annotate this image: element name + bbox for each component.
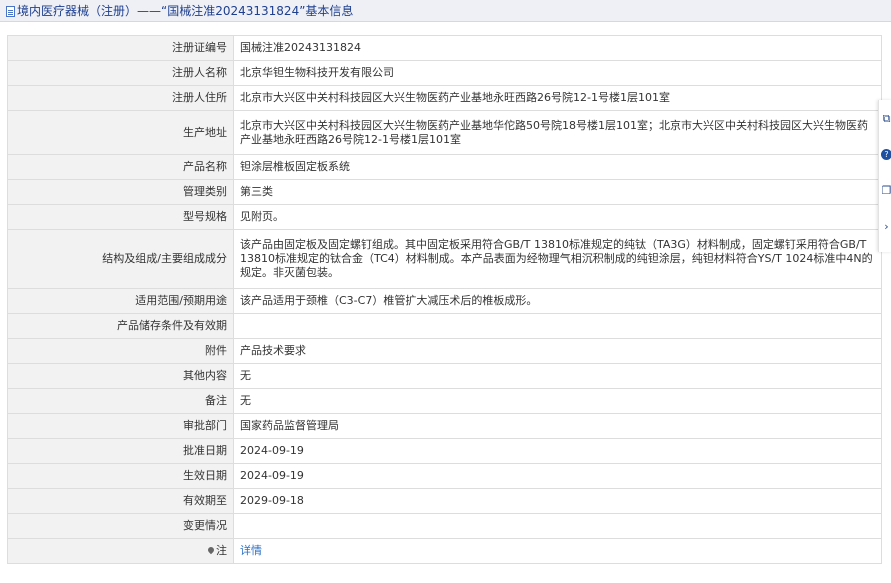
row-label-registrant-address: 注册人住所 (7, 85, 234, 111)
page-header: 境内医疗器械（注册）——“国械注准20243131824”基本信息 (0, 0, 891, 22)
details-link[interactable]: 详情 (240, 544, 262, 557)
row-value-effective-date: 2024-09-19 (233, 463, 882, 489)
row-label-model-spec: 型号规格 (7, 204, 234, 230)
row-value-structure-composition: 该产品由固定板及固定螺钉组成。其中固定板采用符合GB/T 13810标准规定的纯… (233, 229, 882, 289)
row-label-registrant-name: 注册人名称 (7, 60, 234, 86)
table-row: 变更情况 (7, 513, 882, 539)
table-row: 其他内容 无 (7, 363, 882, 389)
row-label-management-category: 管理类别 (7, 179, 234, 205)
table-row: 注册证编号 国械注准20243131824 (7, 35, 882, 61)
pin-icon (206, 545, 216, 555)
table-row: 备注 无 (7, 388, 882, 414)
row-value-note: 详情 (233, 538, 882, 564)
table-row: 产品名称 钽涂层椎板固定板系统 (7, 154, 882, 180)
row-label-production-address: 生产地址 (7, 110, 234, 155)
row-value-other-content: 无 (233, 363, 882, 389)
row-label-storage-validity: 产品储存条件及有效期 (7, 313, 234, 339)
copy-icon[interactable]: ❐ (881, 184, 891, 198)
table-row: 附件 产品技术要求 (7, 338, 882, 364)
row-value-intended-use: 该产品适用于颈椎（C3-C7）椎管扩大减压术后的椎板成形。 (233, 288, 882, 314)
chevron-right-icon[interactable]: › (881, 220, 891, 234)
help-icon[interactable]: ? (881, 147, 891, 161)
row-value-registration-number: 国械注准20243131824 (233, 35, 882, 61)
row-value-product-name: 钽涂层椎板固定板系统 (233, 154, 882, 180)
share-icon[interactable]: ⧉ (881, 112, 891, 126)
table-row: 产品储存条件及有效期 (7, 313, 882, 339)
row-label-note: 注 (7, 538, 234, 564)
info-table: 注册证编号 国械注准20243131824 注册人名称 北京华钽生物科技开发有限… (7, 35, 882, 564)
row-label-effective-date: 生效日期 (7, 463, 234, 489)
row-label-intended-use: 适用范围/预期用途 (7, 288, 234, 314)
table-row: 注册人住所 北京市大兴区中关村科技园区大兴生物医药产业基地永旺西路26号院12-… (7, 85, 882, 111)
table-row: 审批部门 国家药品监督管理局 (7, 413, 882, 439)
table-row: 适用范围/预期用途 该产品适用于颈椎（C3-C7）椎管扩大减压术后的椎板成形。 (7, 288, 882, 314)
row-label-valid-until: 有效期至 (7, 488, 234, 514)
row-value-management-category: 第三类 (233, 179, 882, 205)
page-title: 境内医疗器械（注册）——“国械注准20243131824”基本信息 (17, 4, 354, 18)
row-value-registrant-name: 北京华钽生物科技开发有限公司 (233, 60, 882, 86)
row-label-attachment: 附件 (7, 338, 234, 364)
row-label-product-name: 产品名称 (7, 154, 234, 180)
row-label-other-content: 其他内容 (7, 363, 234, 389)
table-row: 生产地址 北京市大兴区中关村科技园区大兴生物医药产业基地华佗路50号院18号楼1… (7, 110, 882, 155)
table-row: 注 详情 (7, 538, 882, 564)
table-row: 管理类别 第三类 (7, 179, 882, 205)
table-row: 注册人名称 北京华钽生物科技开发有限公司 (7, 60, 882, 86)
side-toolbar: ⧉ ? ❐ › (878, 100, 891, 252)
note-label-text: 注 (216, 544, 227, 557)
row-value-registrant-address: 北京市大兴区中关村科技园区大兴生物医药产业基地永旺西路26号院12-1号楼1层1… (233, 85, 882, 111)
row-value-approval-date: 2024-09-19 (233, 438, 882, 464)
row-value-attachment: 产品技术要求 (233, 338, 882, 364)
row-value-change-history (233, 513, 882, 539)
row-value-model-spec: 见附页。 (233, 204, 882, 230)
row-value-approval-department: 国家药品监督管理局 (233, 413, 882, 439)
table-row: 有效期至 2029-09-18 (7, 488, 882, 514)
row-label-structure-composition: 结构及组成/主要组成成分 (7, 229, 234, 289)
row-label-approval-department: 审批部门 (7, 413, 234, 439)
row-value-storage-validity (233, 313, 882, 339)
table-row: 生效日期 2024-09-19 (7, 463, 882, 489)
table-row: 型号规格 见附页。 (7, 204, 882, 230)
row-value-valid-until: 2029-09-18 (233, 488, 882, 514)
row-label-approval-date: 批准日期 (7, 438, 234, 464)
row-value-production-address: 北京市大兴区中关村科技园区大兴生物医药产业基地华佗路50号院18号楼1层101室… (233, 110, 882, 155)
table-row: 批准日期 2024-09-19 (7, 438, 882, 464)
table-row: 结构及组成/主要组成成分 该产品由固定板及固定螺钉组成。其中固定板采用符合GB/… (7, 229, 882, 289)
document-icon (6, 6, 15, 17)
row-label-remarks: 备注 (7, 388, 234, 414)
row-label-change-history: 变更情况 (7, 513, 234, 539)
row-value-remarks: 无 (233, 388, 882, 414)
row-label-registration-number: 注册证编号 (7, 35, 234, 61)
